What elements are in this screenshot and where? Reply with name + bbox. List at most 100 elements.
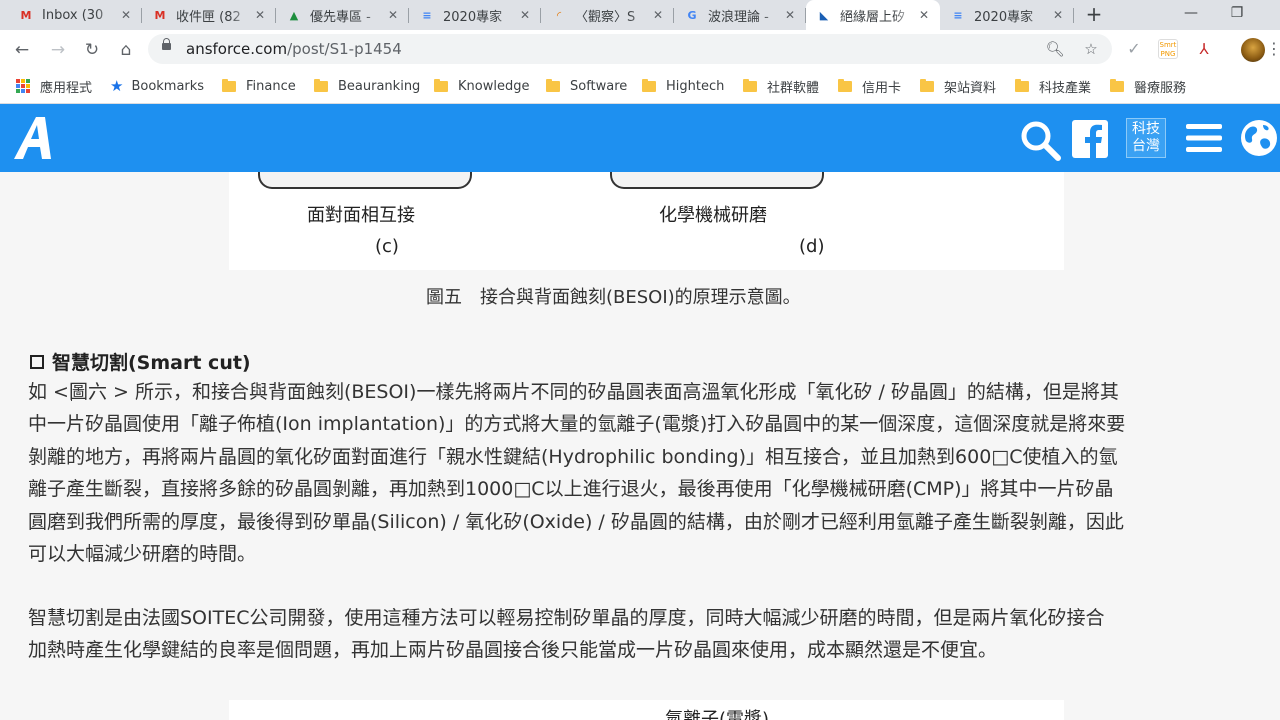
region-line-2: 台灣 [1132, 138, 1160, 154]
address-bar[interactable]: ansforce.com/post/S1-p1454 🔍︎ ☆ [148, 34, 1112, 64]
section-heading-text: 智慧切割(Smart cut) [52, 352, 251, 374]
menu-dots-icon[interactable]: ⋮ [1266, 39, 1280, 59]
region-line-1: 科技 [1132, 121, 1160, 137]
profile-avatar[interactable] [1241, 38, 1265, 62]
star-icon: ★ [110, 77, 124, 95]
wafer-shape-c [258, 172, 472, 189]
smart-extension-icon[interactable]: Smrt PNG [1158, 39, 1178, 59]
folder-icon [743, 78, 757, 92]
bookmark-item[interactable]: Knowledge [434, 76, 529, 96]
ansforce-logo[interactable] [12, 115, 54, 161]
bookmark-item[interactable]: ★ Bookmarks [110, 76, 204, 96]
region-button[interactable]: 科技 台灣 [1126, 118, 1166, 158]
paragraph-line: 如 <圖六 > 所示，和接合與背面蝕刻(BESOI)一樣先將兩片不同的矽晶圓表面… [28, 381, 1119, 403]
figure-six-label: 氫離子(電漿) [665, 709, 770, 720]
bookmark-item[interactable]: Software [546, 76, 627, 96]
close-tab-icon[interactable]: ✕ [252, 7, 268, 23]
browser-tab[interactable]: ◜ 〈觀察〉S ✕ [541, 0, 674, 30]
bookmark-label: Hightech [666, 78, 725, 94]
tab-title: 收件匣 (82 [176, 9, 241, 25]
browser-tab[interactable]: M Inbox (30 ✕ [8, 0, 142, 30]
paragraph-line: 加熱時產生化學鍵結的良率是個問題，再加上兩片矽晶圓接合後只能當成一片矽晶圓來使用… [28, 639, 998, 662]
globe-icon[interactable] [1240, 119, 1278, 157]
bookmark-item[interactable]: 架站資料 [920, 76, 996, 96]
bookmark-item[interactable]: Beauranking [314, 76, 420, 96]
bookmark-label: 應用程式 [40, 80, 93, 96]
close-tab-icon[interactable]: ✕ [385, 7, 401, 23]
bookmarks-bar: 應用程式 ★ Bookmarks Finance Beauranking Knowledg… [0, 68, 1280, 104]
bookmark-item[interactable]: Finance [222, 76, 296, 96]
url-text[interactable]: ansforce.com/post/S1-p1454 [186, 40, 402, 58]
folder-icon [642, 78, 656, 92]
folder-icon [920, 78, 934, 92]
apps-grid-icon [16, 79, 30, 93]
figure-six-image: 氫離子(電漿) [229, 700, 1064, 720]
close-tab-icon[interactable]: ✕ [782, 7, 798, 23]
bookmark-item[interactable]: 應用程式 [16, 76, 92, 96]
hamburger-menu-icon[interactable] [1186, 122, 1222, 154]
bookmark-label: Finance [246, 78, 296, 94]
check-extension-icon[interactable]: ✓ [1124, 39, 1144, 59]
bookmark-label: 架站資料 [944, 80, 997, 96]
browser-tab[interactable]: ≡ 2020專家 ✕ [409, 0, 541, 30]
restore-button[interactable]: ❐ [1214, 0, 1260, 30]
rainbow-icon: ◜ [556, 8, 562, 22]
zoom-icon[interactable]: 🔍︎ [1044, 38, 1066, 60]
close-tab-icon[interactable]: ✕ [517, 7, 533, 23]
bookmark-label: 社群軟體 [767, 80, 820, 96]
folder-icon [434, 78, 448, 92]
new-tab-button[interactable]: + [1082, 3, 1106, 27]
google-docs-icon: ≡ [422, 8, 432, 22]
bookmark-label: Knowledge [458, 78, 530, 94]
google-docs-icon: ≡ [953, 8, 963, 22]
close-tab-icon[interactable]: ✕ [118, 7, 134, 23]
bookmark-label: Bookmarks [131, 78, 205, 94]
browser-tab[interactable]: ≡ 2020專家 ✕ [940, 0, 1074, 30]
lock-icon[interactable] [162, 38, 171, 50]
folder-icon [314, 78, 328, 92]
home-icon[interactable]: ⌂ [112, 36, 140, 64]
facebook-icon[interactable] [1072, 120, 1108, 158]
tab-title: Inbox (30 [42, 7, 104, 23]
reload-icon[interactable]: ↻ [78, 36, 106, 64]
close-tab-icon[interactable]: ✕ [650, 7, 666, 23]
browser-toolbar: ← → ↻ ⌂ ansforce.com/post/S1-p1454 🔍︎ ☆ … [0, 30, 1280, 68]
folder-icon [838, 78, 852, 92]
tab-title: 2020專家 [443, 9, 503, 25]
text-cursor-icon [71, 383, 79, 401]
search-icon[interactable] [1020, 120, 1062, 162]
section-heading: 智慧切割(Smart cut) [30, 348, 251, 375]
folder-icon [546, 78, 560, 92]
bookmark-label: 科技產業 [1039, 80, 1092, 96]
browser-tab[interactable]: ◣ 絕緣層上矽 ✕ [806, 0, 940, 30]
back-arrow-icon[interactable]: ← [8, 36, 36, 64]
bookmark-star-icon[interactable]: ☆ [1080, 38, 1102, 60]
folder-icon [222, 78, 236, 92]
tab-title: 優先專區 - [310, 9, 371, 25]
bookmark-item[interactable]: 科技產業 [1015, 76, 1091, 96]
google-drive-icon: ▲ [289, 8, 299, 22]
tab-title: 絕緣層上矽 [840, 9, 906, 25]
google-icon: G [687, 8, 697, 22]
close-tab-icon[interactable]: ✕ [916, 7, 932, 23]
forward-arrow-icon[interactable]: → [44, 36, 72, 64]
bookmark-item[interactable]: Hightech [642, 76, 724, 96]
rss-icon: ◣ [819, 8, 829, 22]
pdf-extension-icon[interactable]: ⅄ [1194, 39, 1214, 59]
bookmark-item[interactable]: 醫療服務 [1110, 76, 1186, 96]
browser-tab[interactable]: ▲ 優先專區 - ✕ [276, 0, 409, 30]
close-tab-icon[interactable]: ✕ [1050, 7, 1066, 23]
tab-title: 波浪理論 - [708, 9, 769, 25]
tab-title: 2020專家 [974, 9, 1034, 25]
bookmark-item[interactable]: 信用卡 [838, 76, 901, 96]
browser-tab[interactable]: M 收件匣 (82 ✕ [142, 0, 276, 30]
gmail-icon: M [20, 8, 32, 22]
tab-separator [1073, 8, 1074, 23]
bookmark-item[interactable]: 社群軟體 [743, 76, 819, 96]
bookmark-label: Software [570, 78, 628, 94]
browser-tab[interactable]: G 波浪理論 - ✕ [674, 0, 806, 30]
site-header: 科技 台灣 [0, 104, 1280, 172]
wafer-shape-d [610, 172, 824, 189]
paragraph-line: 圓磨到我們所需的厚度，最後得到矽單晶(Silicon) / 氧化矽(Oxide)… [28, 510, 1124, 533]
minimize-button[interactable]: — [1168, 0, 1214, 30]
